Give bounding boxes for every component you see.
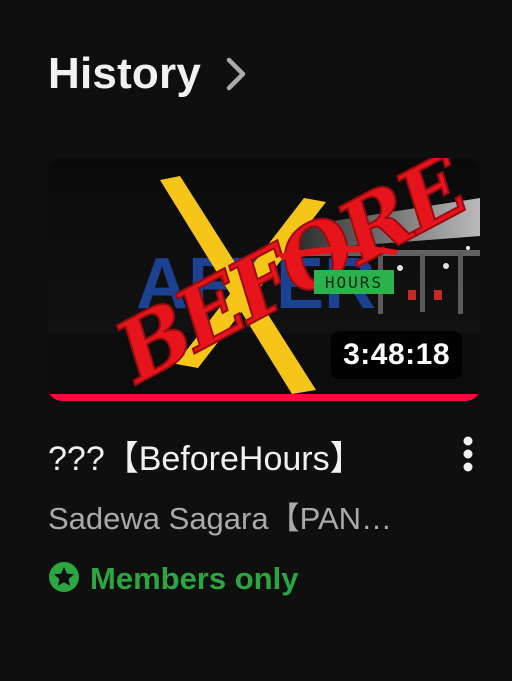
history-screen: History BEFORE HOURS 3:48:18 ???【BeforeH…	[0, 0, 512, 681]
members-only-badge: Members only	[48, 558, 298, 600]
video-thumbnail[interactable]: AFTER BEFORE HOURS 3:48:18	[48, 158, 480, 401]
watch-progress-bar	[48, 394, 480, 401]
chevron-right-icon	[223, 54, 253, 94]
watch-progress-fill	[48, 394, 480, 401]
channel-name[interactable]: Sadewa Sagara【PAN…	[48, 498, 448, 540]
section-title: History	[48, 49, 201, 98]
video-title[interactable]: ???【BeforeHours】	[48, 437, 428, 481]
more-vertical-icon[interactable]	[450, 430, 486, 478]
star-circle-icon	[48, 561, 80, 598]
members-only-label: Members only	[90, 561, 299, 596]
svg-text:HOURS: HOURS	[325, 273, 383, 292]
history-section-header[interactable]: History	[48, 44, 253, 104]
video-duration: 3:48:18	[331, 331, 462, 379]
